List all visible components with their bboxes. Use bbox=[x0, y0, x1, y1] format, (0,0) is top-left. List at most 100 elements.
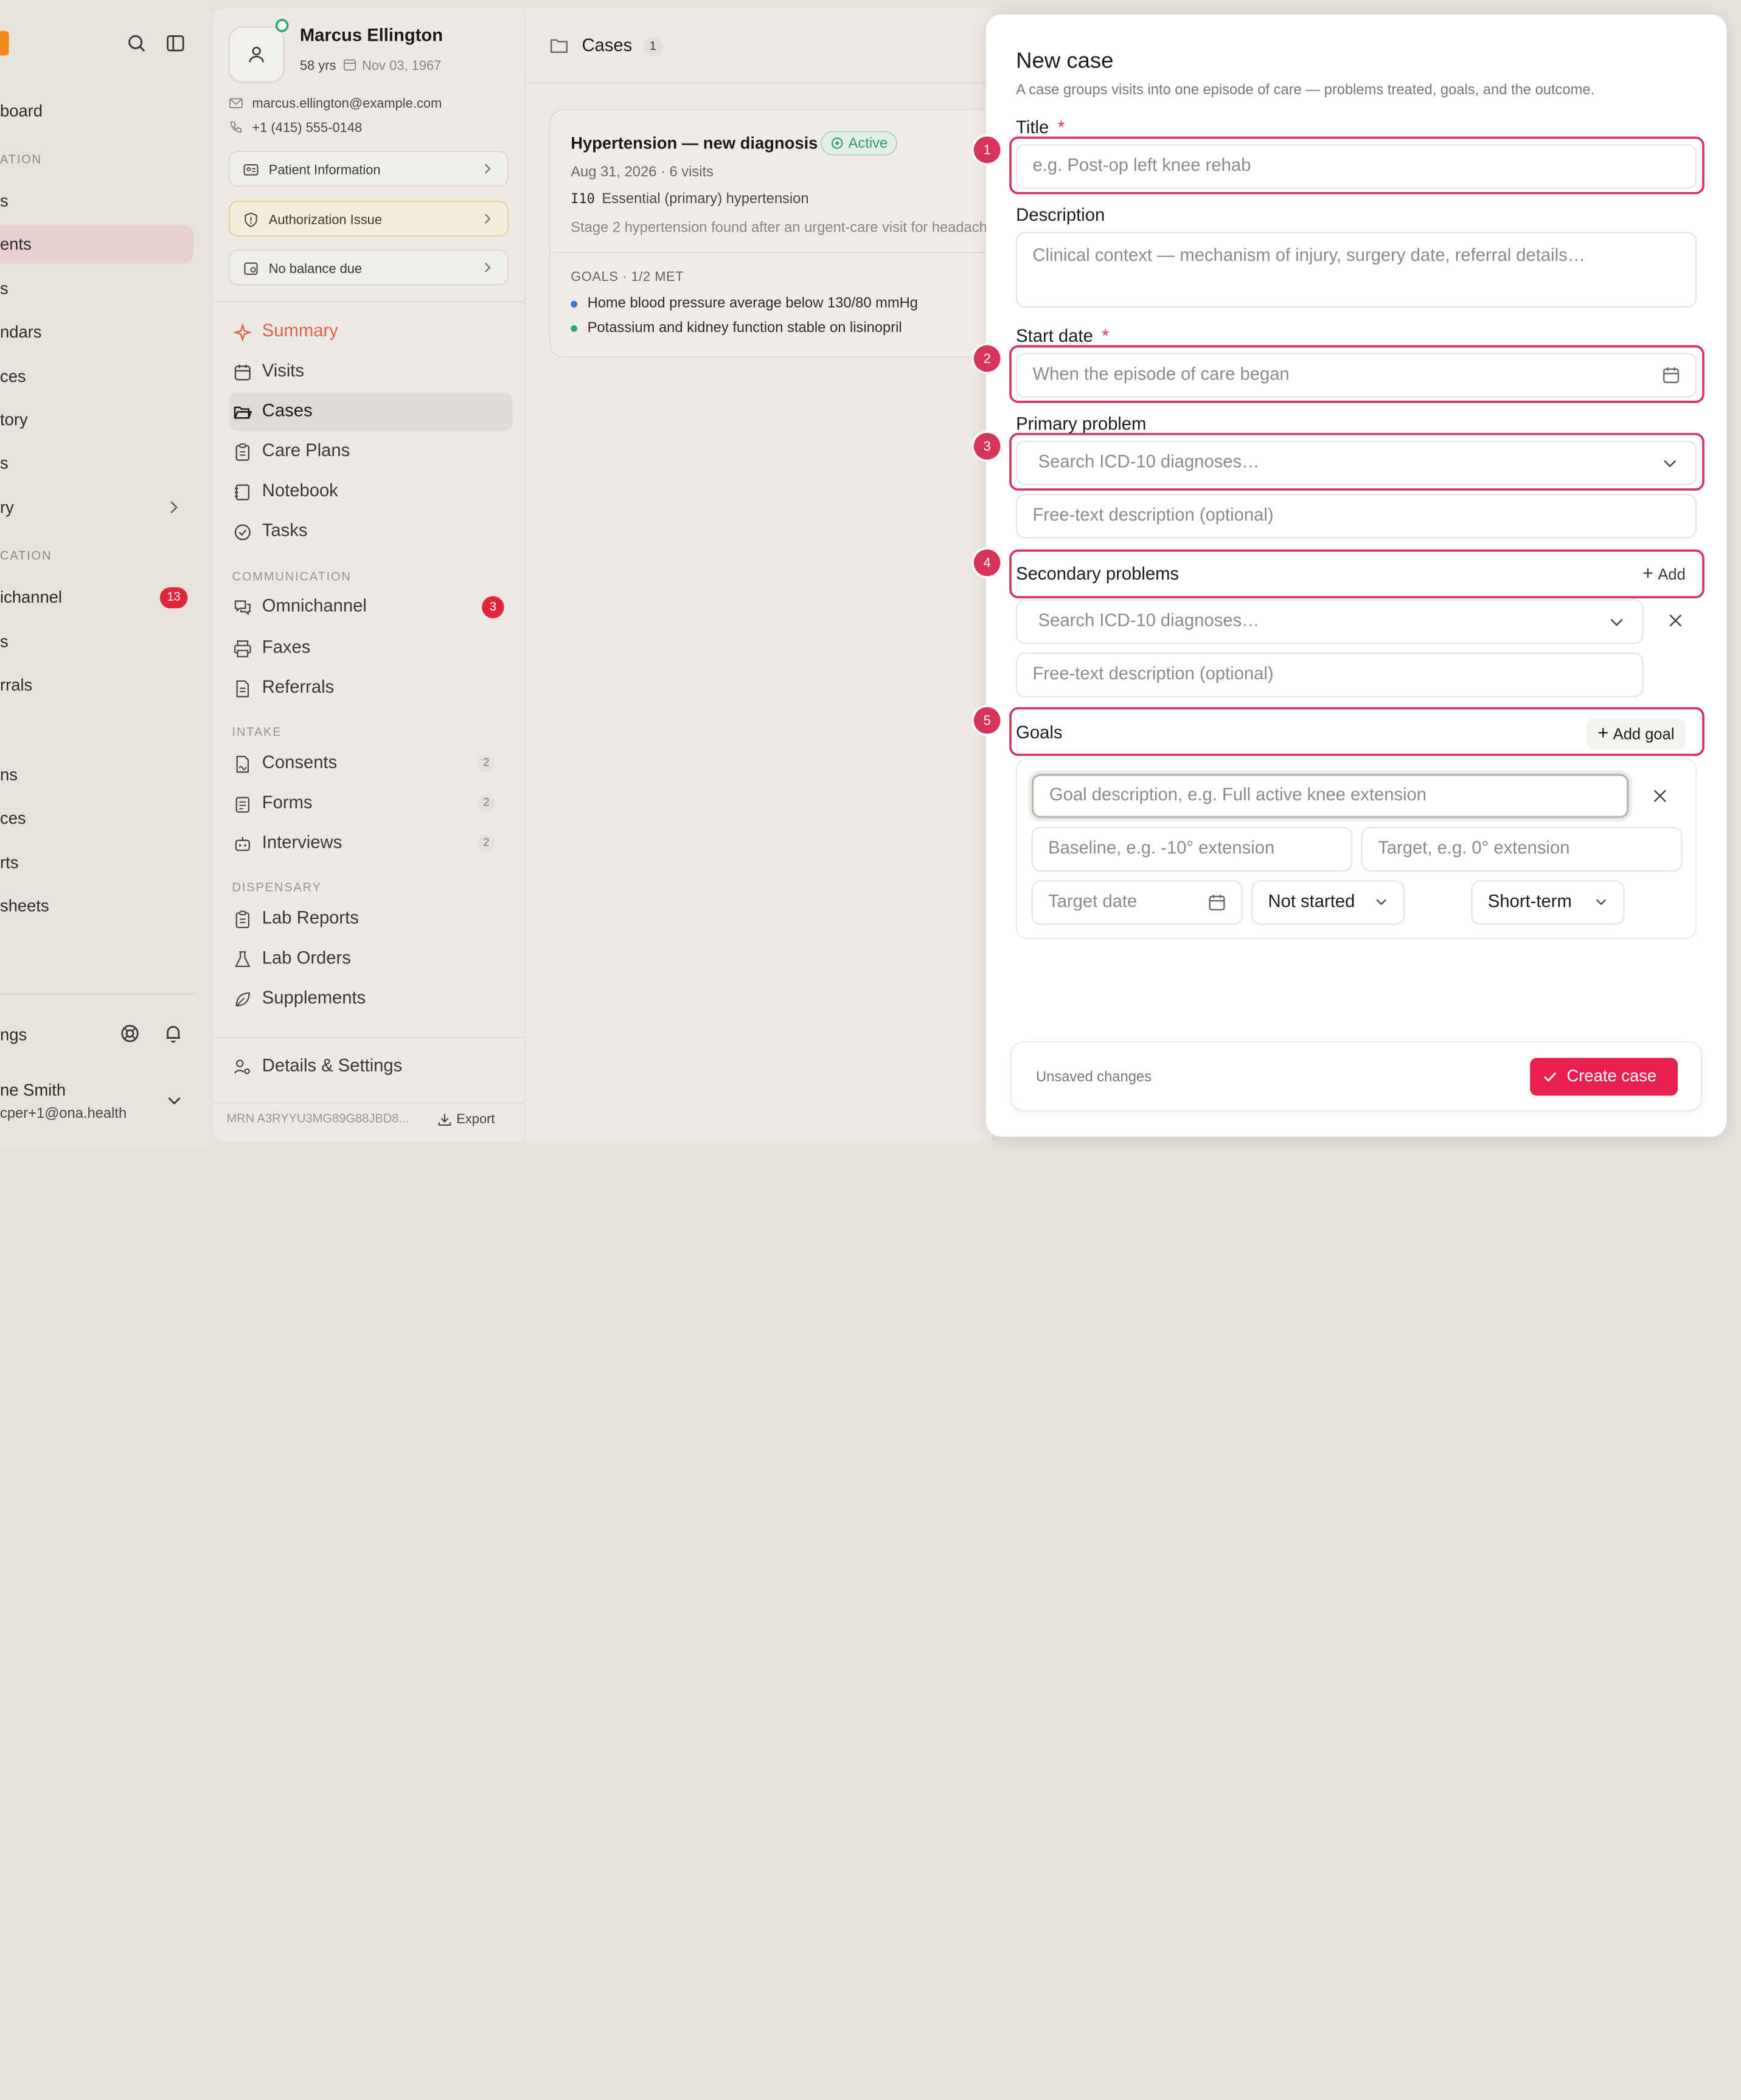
sidebar-item[interactable]: s bbox=[0, 192, 9, 211]
section-communication: COMMUNICATION bbox=[232, 570, 352, 584]
panel-title: New case bbox=[1016, 49, 1114, 74]
sidebar-item-dashboard[interactable]: board bbox=[0, 102, 43, 121]
nav-summary[interactable]: Summary bbox=[229, 313, 513, 351]
goal-dot bbox=[571, 325, 578, 332]
cases-main: Cases 1 Hypertension — new diagnosis Act… bbox=[525, 9, 1016, 1142]
nav-faxes[interactable]: Faxes bbox=[229, 629, 513, 667]
sidebar-item-referrals[interactable]: rrals bbox=[0, 676, 32, 695]
description-textarea[interactable]: Clinical context — mechanism of injury, … bbox=[1016, 232, 1697, 308]
goal-dot bbox=[571, 300, 578, 308]
secondary-free-text-input[interactable]: Free-text description (optional) bbox=[1016, 653, 1644, 698]
step-marker: 1 bbox=[973, 136, 1001, 164]
patient-name: Marcus Ellington bbox=[299, 26, 443, 46]
sidebar-item[interactable]: s bbox=[0, 280, 9, 299]
nav-visits[interactable]: Visits bbox=[229, 353, 513, 390]
nav-label: Summary bbox=[262, 322, 338, 341]
sparkle-icon bbox=[233, 323, 252, 342]
bell-icon[interactable] bbox=[163, 1024, 183, 1044]
sidebar-item[interactable]: s bbox=[0, 632, 9, 651]
download-icon[interactable] bbox=[437, 1112, 452, 1127]
create-case-button[interactable]: Create case bbox=[1530, 1058, 1678, 1096]
sidebar-item-library[interactable]: ry bbox=[0, 499, 14, 518]
sidebar-item-services[interactable]: ces bbox=[0, 367, 26, 386]
help-lifebuoy-icon[interactable] bbox=[120, 1024, 140, 1044]
nav-consents[interactable]: Consents 2 bbox=[229, 745, 513, 783]
calendar-icon[interactable] bbox=[1208, 893, 1226, 911]
notebook-icon bbox=[235, 484, 250, 501]
secondary-icd-select[interactable]: Search ICD-10 diagnoses… bbox=[1016, 599, 1644, 644]
goal-status-select[interactable]: Not started bbox=[1251, 880, 1405, 925]
balance-button[interactable]: No balance due bbox=[229, 249, 509, 286]
patient-email[interactable]: marcus.ellington@example.com bbox=[252, 95, 442, 111]
sidebar-item[interactable]: ces bbox=[0, 809, 26, 828]
button-label: Patient Information bbox=[268, 162, 381, 178]
nav-label: Supplements bbox=[262, 989, 366, 1008]
sidebar-item-timesheets[interactable]: sheets bbox=[0, 897, 49, 916]
check-circle-icon bbox=[234, 524, 251, 541]
target-input[interactable]: Target, e.g. 0° extension bbox=[1361, 826, 1683, 872]
chevron-down-icon bbox=[1610, 619, 1623, 626]
nav-referrals[interactable]: Referrals bbox=[229, 670, 513, 707]
flask-icon bbox=[235, 951, 251, 968]
chevron-right-icon[interactable] bbox=[167, 499, 180, 515]
nav-tasks[interactable]: Tasks bbox=[229, 513, 513, 550]
sidebar-item-settings[interactable]: ngs bbox=[0, 1026, 27, 1045]
authorization-issue-button[interactable]: Authorization Issue bbox=[229, 201, 509, 237]
sidebar-item-inventory[interactable]: tory bbox=[0, 411, 28, 429]
chevron-down-icon[interactable] bbox=[167, 1095, 182, 1108]
folder-open-icon bbox=[234, 406, 252, 419]
nav-interviews[interactable]: Interviews 2 bbox=[229, 825, 513, 862]
nav-lab-reports[interactable]: Lab Reports bbox=[229, 900, 513, 938]
nav-care-plans[interactable]: Care Plans bbox=[229, 433, 513, 471]
sidebar-item-omnichannel[interactable]: ichannel bbox=[0, 588, 62, 607]
nav-omnichannel[interactable]: Omnichannel 3 bbox=[229, 588, 513, 626]
mail-icon bbox=[229, 98, 243, 108]
cases-count-badge: 1 bbox=[642, 36, 663, 57]
nav-forms[interactable]: Forms 2 bbox=[229, 785, 513, 822]
case-meta: Aug 31, 2026 · 6 visits bbox=[571, 163, 714, 180]
nav-supplements[interactable]: Supplements bbox=[229, 980, 513, 1018]
new-case-panel: New case A case groups visits into one e… bbox=[973, 14, 1727, 1137]
description-label: Description bbox=[1016, 206, 1105, 226]
nav-cases[interactable]: Cases bbox=[229, 393, 513, 431]
sidebar-section-label: ATION bbox=[0, 153, 42, 167]
sidebar-item[interactable]: ns bbox=[0, 766, 18, 785]
sidebar-item-calendars[interactable]: ndars bbox=[0, 323, 42, 342]
goal-item: Home blood pressure average below 130/80… bbox=[587, 294, 919, 311]
nav-notebook[interactable]: Notebook bbox=[229, 473, 513, 511]
case-summary: Stage 2 hypertension found after an urge… bbox=[571, 218, 1003, 235]
goal-term-select[interactable]: Short-term bbox=[1471, 880, 1625, 925]
nav-details-settings[interactable]: Details & Settings bbox=[229, 1048, 513, 1086]
sidebar-item-patients[interactable]: ents bbox=[0, 235, 32, 254]
close-icon[interactable] bbox=[1667, 612, 1684, 629]
nav-label: Lab Reports bbox=[262, 909, 359, 928]
patient-phone[interactable]: +1 (415) 555-0148 bbox=[252, 120, 362, 136]
nav-label: Interviews bbox=[262, 833, 342, 853]
card-divider bbox=[551, 252, 1015, 254]
count-badge: 2 bbox=[477, 755, 496, 773]
app-sidebar: board ATION s ents s ndars ces tory s ry… bbox=[0, 0, 211, 1151]
case-card[interactable]: Hypertension — new diagnosis Active Aug … bbox=[549, 108, 1016, 358]
file-signature-icon bbox=[236, 755, 249, 773]
baseline-input[interactable]: Baseline, e.g. -10° extension bbox=[1031, 826, 1353, 872]
avatar[interactable] bbox=[229, 26, 285, 83]
primary-free-text-input[interactable]: Free-text description (optional) bbox=[1016, 494, 1697, 539]
export-button[interactable]: Export bbox=[456, 1111, 495, 1127]
nav-lab-orders[interactable]: Lab Orders bbox=[229, 940, 513, 978]
icd-code: I10 bbox=[571, 190, 595, 207]
search-icon[interactable] bbox=[127, 33, 147, 54]
target-date-input[interactable]: Target date bbox=[1031, 880, 1243, 925]
receipt-icon bbox=[244, 262, 258, 275]
goal-description-input[interactable]: Goal description, e.g. Full active knee … bbox=[1031, 774, 1629, 819]
panel-divider bbox=[213, 300, 524, 302]
sidebar-item-reports[interactable]: rts bbox=[0, 854, 18, 873]
sidebar-item[interactable]: s bbox=[0, 454, 9, 473]
page-title: Cases bbox=[582, 36, 633, 56]
patient-information-button[interactable]: Patient Information bbox=[229, 151, 509, 187]
step-marker: 2 bbox=[973, 345, 1001, 372]
goal-status-value: Not started bbox=[1268, 892, 1355, 912]
sidebar-toggle-icon[interactable] bbox=[165, 33, 186, 54]
close-icon[interactable] bbox=[1651, 787, 1669, 805]
primary-problem-label: Primary problem bbox=[1016, 415, 1147, 434]
target-date-placeholder: Target date bbox=[1048, 892, 1138, 912]
